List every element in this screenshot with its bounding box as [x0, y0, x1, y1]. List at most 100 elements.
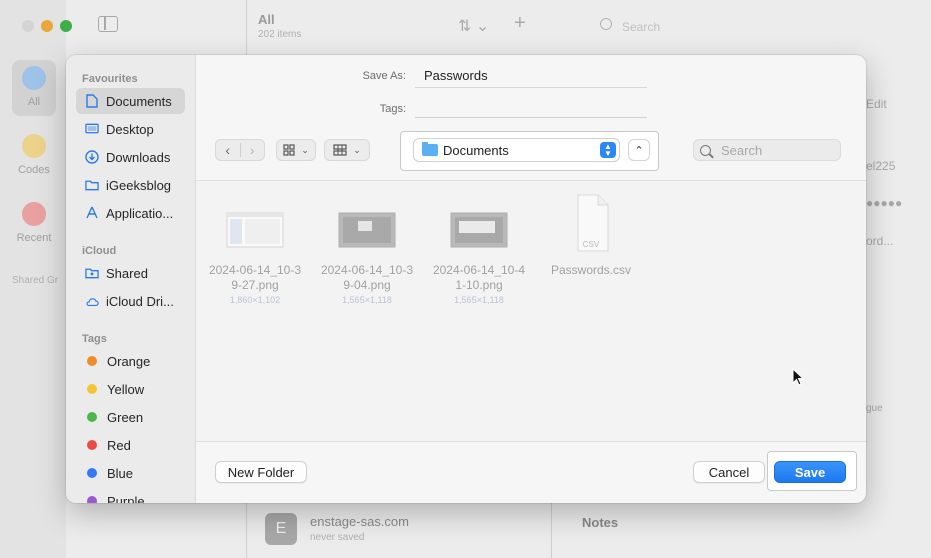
sidebar-item-label: Desktop — [106, 121, 154, 137]
image-thumbnail — [450, 207, 508, 253]
orange-tag-icon — [87, 356, 97, 366]
group-grid-icon — [333, 144, 347, 156]
sidebar-item-label: Purple — [107, 493, 145, 504]
yellow-tag-icon — [87, 384, 97, 394]
sidebar-tag-blue[interactable]: Blue — [76, 460, 185, 486]
list-count: 202 items — [258, 29, 302, 40]
add-icon[interactable]: + — [514, 12, 526, 35]
sidebar-item-label: Orange — [107, 353, 151, 369]
downloads-icon — [85, 150, 99, 164]
recent-icon — [22, 202, 46, 226]
save-dialog: Favourites Documents Desktop Downloads i… — [66, 55, 866, 503]
codes-icon — [22, 134, 46, 158]
detail-text: el225 — [866, 159, 896, 173]
sidebar-tag-yellow[interactable]: Yellow — [76, 376, 185, 402]
popup-stepper-icon: ▲ ▼ — [600, 142, 616, 158]
category-label: Codes — [18, 164, 50, 176]
save-button[interactable]: Save — [774, 461, 846, 483]
save-as-field[interactable]: Passwords — [415, 66, 647, 88]
password-dots: ●●●●● — [866, 196, 903, 210]
collapse-button[interactable]: ⌃ — [628, 139, 650, 161]
minimize-window-button[interactable] — [41, 20, 53, 32]
sidebar-toggle-icon[interactable] — [98, 16, 118, 32]
file-browser[interactable]: 2024-06-14_10-3 9-27.png 1,860×1,102 2024… — [196, 180, 866, 442]
sidebar-item-label: Downloads — [106, 149, 171, 165]
location-popup[interactable]: Documents ▲ ▼ — [413, 138, 620, 162]
file-item[interactable]: 2024-06-14_10-4 1-10.png 1,565×1,118 — [420, 207, 538, 305]
group-view-button[interactable]: ⌄ — [324, 139, 370, 161]
tags-heading: Tags — [82, 333, 107, 345]
icon-view-button[interactable]: ⌄ — [276, 139, 316, 161]
file-name: 2024-06-14_10-3 9-04.png — [320, 263, 414, 292]
file-item[interactable]: 2024-06-14_10-3 9-27.png 1,860×1,102 — [196, 207, 314, 305]
favourites-heading: Favourites — [82, 73, 138, 85]
green-tag-icon — [87, 412, 97, 422]
purple-tag-icon — [87, 496, 97, 503]
tags-label: Tags: — [379, 103, 406, 115]
chevron-down-icon: ⌄ — [301, 144, 309, 155]
file-dimensions: 1,860×1,102 — [229, 295, 281, 305]
file-name: 2024-06-14_10-3 9-27.png — [208, 263, 302, 292]
tags-field[interactable] — [415, 98, 647, 118]
new-folder-button[interactable]: New Folder — [215, 461, 307, 483]
sidebar-item-shared[interactable]: Shared — [76, 260, 185, 286]
category-label: Recent — [16, 232, 52, 244]
entry-title[interactable]: enstage-sas.com — [310, 514, 409, 529]
sidebar-item-label: iCloud Dri... — [106, 293, 174, 309]
folder-icon — [85, 178, 99, 192]
detail-text: ord... — [866, 234, 894, 248]
sidebar-item-documents[interactable]: Documents — [76, 88, 185, 114]
forward-icon[interactable]: › — [241, 140, 265, 160]
chevron-up-icon: ⌃ — [634, 144, 644, 157]
sidebar-item-igeeksblog[interactable]: iGeeksblog — [76, 172, 185, 198]
chevron-down-icon: ⌄ — [353, 144, 361, 155]
close-window-button[interactable] — [22, 20, 34, 32]
sidebar-tag-red[interactable]: Red — [76, 432, 185, 458]
notes-heading: Notes — [582, 515, 619, 530]
red-tag-icon — [87, 440, 97, 450]
search-input[interactable]: Search — [622, 20, 660, 34]
sidebar-item-downloads[interactable]: Downloads — [76, 144, 185, 170]
sidebar-item-label: Blue — [107, 465, 134, 481]
location-label: Documents — [443, 142, 509, 158]
sidebar-item-label: Shared — [106, 265, 148, 281]
category-codes[interactable]: Codes — [12, 128, 56, 184]
sidebar-tag-purple[interactable]: Purple — [76, 488, 185, 503]
navigation-buttons: ‹ › — [215, 139, 265, 161]
icloud-heading: iCloud — [82, 245, 117, 257]
entry-subtitle: never saved — [310, 532, 365, 543]
sidebar-tag-orange[interactable]: Orange — [76, 348, 185, 374]
file-dimensions: 1,565×1,118 — [342, 295, 392, 305]
save-as-label: Save As: — [362, 70, 406, 82]
icon-grid-icon — [283, 144, 295, 156]
sidebar-item-label: Red — [107, 437, 131, 453]
file-item[interactable]: 2024-06-14_10-3 9-04.png 1,565×1,118 — [308, 207, 426, 305]
category-recent[interactable]: Recent — [12, 196, 56, 252]
divider — [551, 503, 552, 558]
sidebar-item-label: Documents — [106, 93, 172, 109]
sidebar-item-applications[interactable]: Applicatio... — [76, 200, 185, 226]
search-placeholder: Search — [721, 142, 763, 158]
back-icon[interactable]: ‹ — [216, 140, 240, 160]
cancel-button[interactable]: Cancel — [693, 461, 765, 483]
search-field[interactable]: Search — [693, 139, 841, 161]
csv-file-icon: CSV — [562, 194, 620, 253]
category-all[interactable]: All — [12, 60, 56, 116]
sort-icon[interactable]: ⇅ ⌄ — [458, 16, 489, 36]
image-thumbnail — [226, 207, 284, 253]
sidebar-item-icloud-drive[interactable]: iCloud Dri... — [76, 288, 185, 314]
sidebar-item-label: Applicatio... — [106, 205, 174, 221]
sidebar-tag-green[interactable]: Green — [76, 404, 185, 430]
folder-icon — [422, 142, 438, 156]
zoom-window-button[interactable] — [60, 20, 72, 32]
file-item[interactable]: CSV Passwords.csv — [532, 194, 650, 278]
edit-button[interactable]: Edit — [866, 97, 887, 111]
file-name: Passwords.csv — [550, 263, 632, 277]
sidebar-item-desktop[interactable]: Desktop — [76, 116, 185, 142]
key-icon — [22, 66, 46, 90]
search-icon — [700, 144, 711, 156]
applications-icon — [85, 206, 99, 220]
search-icon — [600, 18, 612, 30]
desktop-icon — [85, 122, 99, 136]
sidebar-item-label: Yellow — [107, 381, 145, 397]
